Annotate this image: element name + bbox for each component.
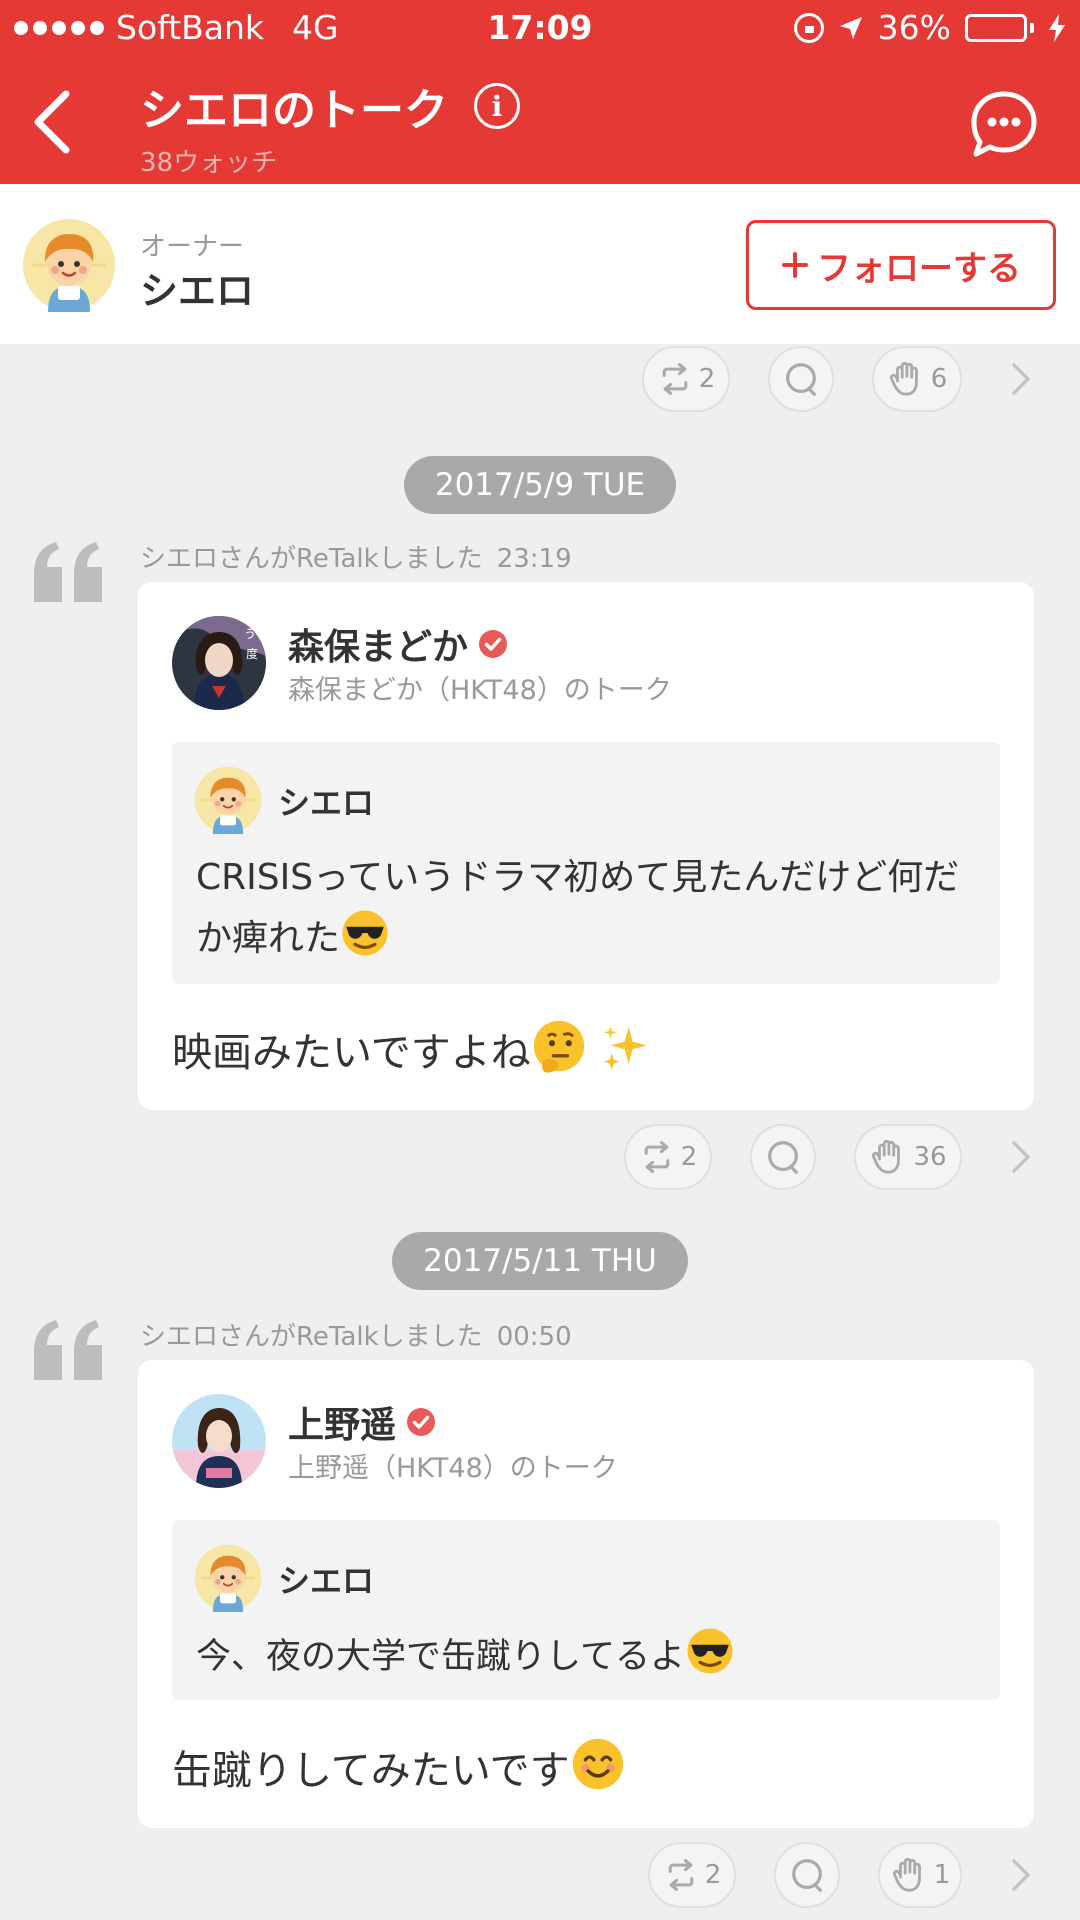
status-right: 36% [793,8,1066,47]
post-actions: 2 1 [0,1842,1080,1908]
author-name: 上野遥 [288,1405,397,1446]
retalk-count: 2 [680,1142,698,1172]
owner-role-label: オーナー [140,232,245,262]
clap-button[interactable]: 36 [854,1124,962,1190]
sunglasses-emoji-icon [340,908,390,958]
retalk-notice: シエロさんがReTalkしました 23:19 [140,538,572,575]
reply-text: 映画みたいですよね [172,1018,652,1078]
thinking-emoji-icon [531,1018,587,1074]
back-icon[interactable] [26,88,82,156]
svg-text:度: 度 [246,646,258,661]
retalk-count: 2 [698,364,716,394]
retalk-card[interactable]: 上野遥 上野遥（HKT48）のトーク シエロ 今、夜の大学で缶蹴りしてるよ 缶蹴… [138,1360,1034,1828]
app-header: SoftBank 4G 17:09 36% シエロのトーク i 38ウォッチ [0,0,1080,184]
retalk-card[interactable]: う 度 森保まどか 森保まどか（HKT48）のトーク シエロ CRISISってい… [138,582,1034,1110]
reply-text-body: 缶蹴りしてみたいです [172,1748,570,1794]
verified-icon [406,1407,436,1437]
retalk-button[interactable]: 2 [648,1842,736,1908]
location-arrow-icon [839,16,862,39]
owner-name: シエロ [140,269,255,313]
author-avatar[interactable] [172,1394,266,1488]
owner-bar: オーナー シエロ フォローする [0,184,1080,344]
retalk-notice-text: シエロさんがReTalkしました [140,544,483,574]
reply-text: 缶蹴りしてみたいです [172,1736,626,1796]
quoted-avatar [194,1544,262,1612]
retalk-icon [639,1139,675,1175]
quoted-avatar [194,766,262,834]
smile-emoji-icon [570,1736,626,1792]
quote-icon [32,1318,106,1380]
owner-avatar[interactable] [22,218,116,312]
svg-text:う: う [244,627,256,641]
retalk-icon [657,361,693,397]
author-name: 森保まどか [288,627,469,668]
retalk-notice-text: シエロさんがReTalkしました [140,1322,483,1352]
clap-count: 6 [930,364,948,394]
quoted-message[interactable]: シエロ 今、夜の大学で缶蹴りしてるよ [172,1520,1000,1700]
comment-icon [788,1856,826,1894]
battery-percent: 36% [877,8,951,47]
quoted-text: CRISISっていうドラマ初めて見たんだけど何だか痺れた [196,848,976,969]
comment-icon [764,1138,802,1176]
clap-icon [887,360,925,398]
quoted-text-body: CRISISっていうドラマ初めて見たんだけど何だか痺れた [196,857,960,959]
retalk-notice: シエロさんがReTalkしました 00:50 [140,1316,572,1353]
comment-icon [782,360,820,398]
retalk-button[interactable]: 2 [624,1124,712,1190]
follow-button[interactable]: フォローする [746,220,1056,310]
plus-icon [782,252,808,278]
date-chip: 2017/5/11 THU [392,1232,688,1290]
chevron-right-icon[interactable] [1010,1858,1032,1892]
chat-bubble-icon[interactable] [968,88,1040,160]
battery-icon [965,13,1034,42]
status-bar: SoftBank 4G 17:09 36% [0,0,1080,58]
clap-icon [869,1138,907,1176]
page-title: シエロのトーク [140,85,448,136]
quote-icon [32,540,106,602]
comment-button[interactable] [768,346,834,412]
watch-count: 38ウォッチ [140,148,278,178]
clap-count: 1 [933,1860,951,1890]
clap-count: 36 [913,1142,947,1172]
quoted-text: 今、夜の大学で缶蹴りしてるよ [196,1626,976,1687]
talk-name: 森保まどか（HKT48）のトーク [288,675,672,706]
retalk-icon [663,1857,699,1893]
rotation-lock-icon [793,12,824,43]
quoted-text-body: 今、夜の大学で缶蹴りしてるよ [196,1637,685,1677]
retalk-time: 00:50 [496,1322,572,1352]
author-avatar[interactable]: う 度 [172,616,266,710]
clap-button[interactable]: 6 [872,346,962,412]
author-row: 森保まどか [288,618,508,670]
follow-button-label: フォローする [817,248,1021,289]
clap-button[interactable]: 1 [878,1842,962,1908]
sparkles-emoji-icon [600,1022,652,1074]
reply-text-body: 映画みたいですよね [172,1030,531,1076]
chevron-right-icon[interactable] [1010,362,1032,396]
comment-button[interactable] [774,1842,840,1908]
quoted-message[interactable]: シエロ CRISISっていうドラマ初めて見たんだけど何だか痺れた [172,742,1000,984]
charging-bolt-icon [1049,13,1065,42]
verified-icon [478,629,508,659]
header-title-block: シエロのトーク i 38ウォッチ [140,74,520,179]
retalk-button[interactable]: 2 [642,346,730,412]
post-actions: 2 36 [0,1124,1080,1190]
chevron-right-icon[interactable] [1010,1140,1032,1174]
date-chip: 2017/5/9 TUE [404,456,676,514]
retalk-count: 2 [704,1860,722,1890]
retalk-time: 23:19 [496,544,572,574]
quoted-author: シエロ [278,784,375,822]
talk-name: 上野遥（HKT48）のトーク [288,1453,618,1484]
clap-icon [890,1856,928,1894]
comment-button[interactable] [750,1124,816,1190]
post-actions-previous: 2 6 [0,346,1080,412]
sunglasses-emoji-icon [685,1626,735,1676]
info-icon[interactable]: i [474,83,520,129]
quoted-author: シエロ [278,1562,375,1600]
author-row: 上野遥 [288,1396,436,1448]
